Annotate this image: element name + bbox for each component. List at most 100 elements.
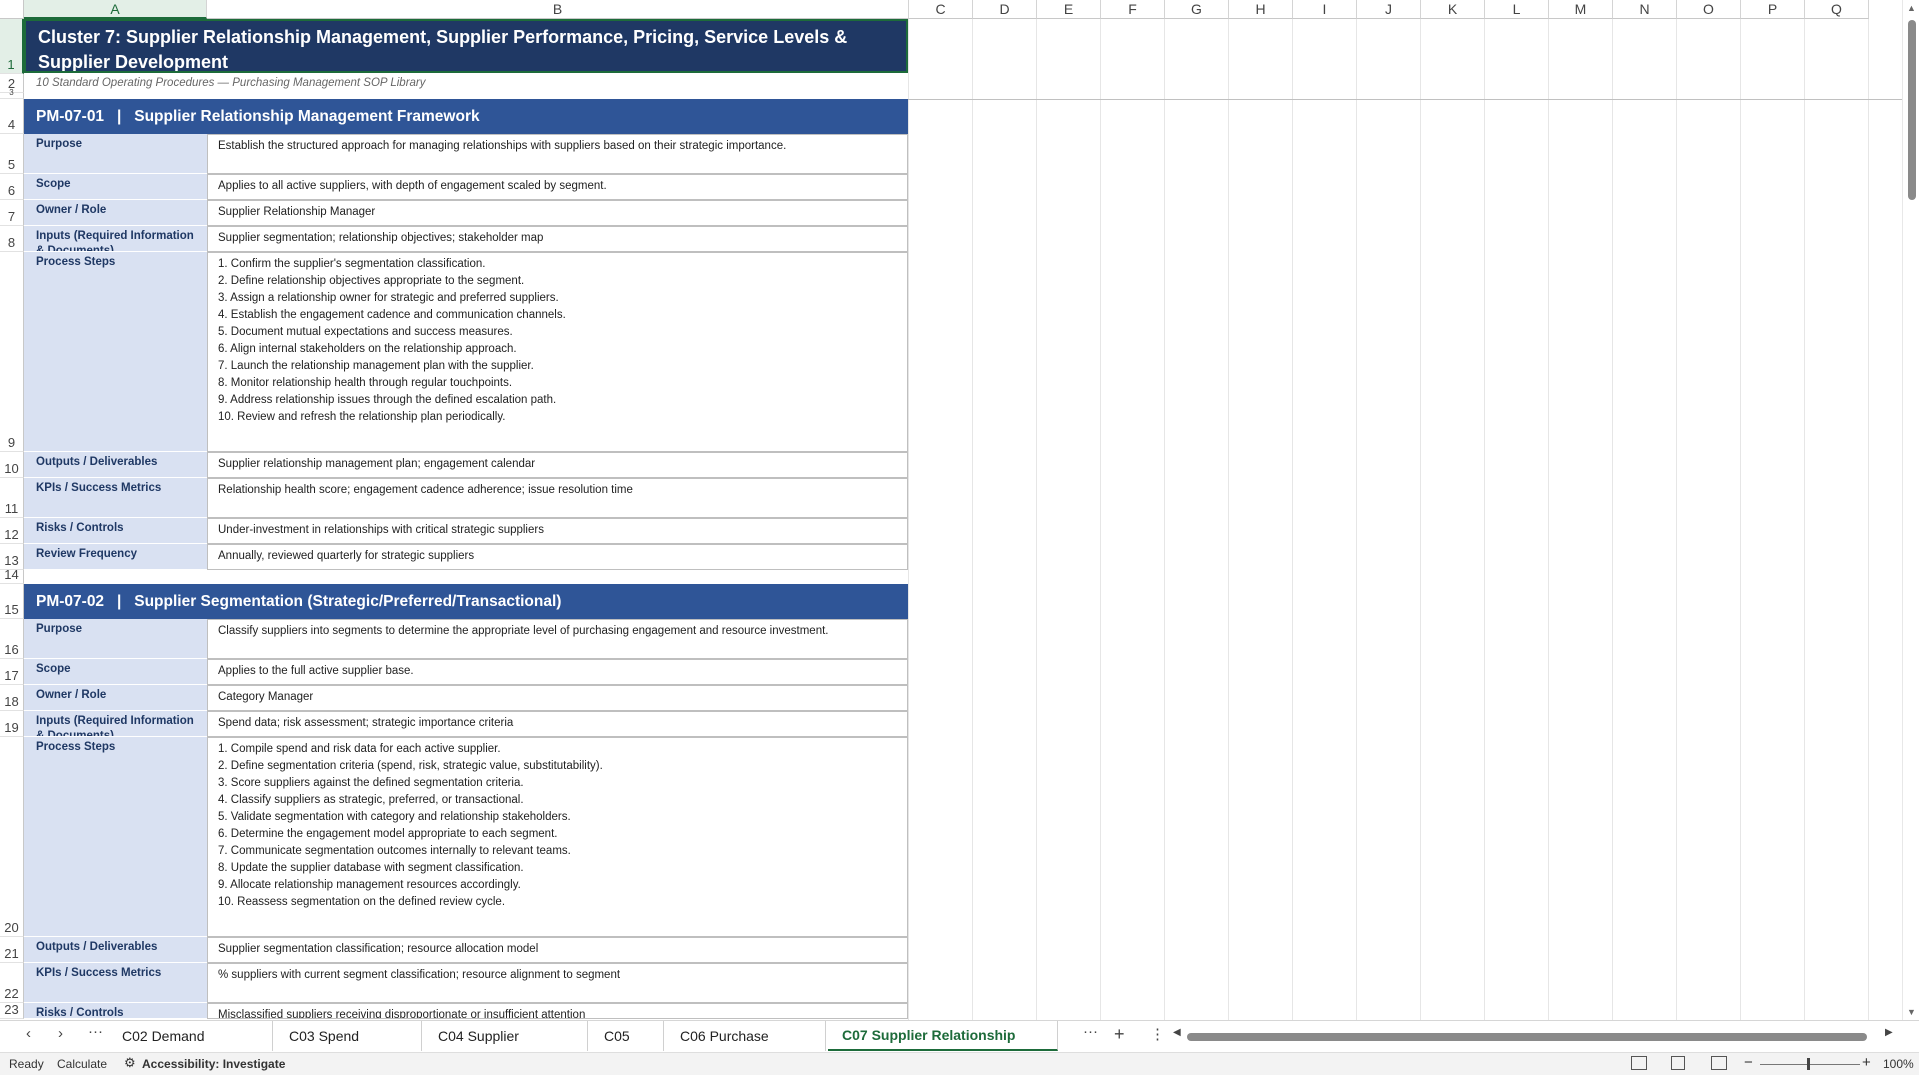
column-header-d[interactable]: D (973, 0, 1037, 19)
zoom-in-icon[interactable]: + (1862, 1054, 1871, 1071)
sheet-tab[interactable]: C03 Spend Analysis (275, 1021, 422, 1074)
column-header-k[interactable]: K (1421, 0, 1485, 19)
field-label[interactable]: Inputs (Required Information & Documents… (24, 711, 207, 737)
sheet-options-icon[interactable]: ⋮ (1150, 1025, 1165, 1043)
field-value[interactable]: Relationship health score; engagement ca… (207, 478, 908, 518)
row-header-18[interactable]: 18 (0, 685, 24, 711)
field-label[interactable]: Outputs / Deliverables (24, 452, 207, 478)
vertical-scrollbar[interactable]: ▲ ▼ (1902, 0, 1919, 1020)
row-header-7[interactable]: 7 (0, 200, 24, 226)
sheet-tab[interactable]: C06 Purchase Orders (666, 1021, 826, 1074)
field-label[interactable]: Purpose (24, 134, 207, 174)
field-value[interactable]: Spend data; risk assessment; strategic i… (207, 711, 908, 737)
scroll-down-icon[interactable]: ▼ (1907, 1007, 1916, 1017)
field-value[interactable]: Annually, reviewed quarterly for strateg… (207, 544, 908, 570)
row-header-11[interactable]: 11 (0, 478, 24, 518)
hscroll-right-icon[interactable]: ▶ (1885, 1027, 1893, 1038)
status-calculate[interactable]: Calculate (57, 1057, 107, 1071)
sheet-tab[interactable]: C04 Supplier Sourcing (424, 1021, 588, 1074)
row-header-14[interactable]: 14 (0, 567, 24, 584)
row-header-8[interactable]: 8 (0, 226, 24, 252)
sop-header[interactable]: PM-07-02 | Supplier Segmentation (Strate… (24, 584, 908, 619)
vertical-scroll-thumb[interactable] (1908, 20, 1916, 200)
field-label[interactable]: Purpose (24, 619, 207, 659)
horizontal-scrollbar[interactable] (1187, 1032, 1887, 1042)
hscroll-left-icon[interactable]: ◀ (1173, 1027, 1181, 1038)
status-accessibility[interactable]: Accessibility: Investigate (142, 1057, 285, 1071)
field-label[interactable]: Process Steps (24, 252, 207, 452)
field-label[interactable]: Owner / Role (24, 685, 207, 711)
sop-header[interactable]: PM-07-01 | Supplier Relationship Managem… (24, 99, 908, 134)
normal-view-icon[interactable] (1631, 1056, 1647, 1070)
tab-more-right-icon[interactable]: ··· (1083, 1023, 1098, 1040)
column-header-j[interactable]: J (1357, 0, 1421, 19)
field-label[interactable]: Review Frequency (24, 544, 207, 570)
sheet-subtitle-cell[interactable]: 10 Standard Operating Procedures — Purch… (24, 74, 908, 92)
field-value[interactable]: Category Manager (207, 685, 908, 711)
zoom-level[interactable]: 100% (1883, 1057, 1914, 1071)
page-layout-view-icon[interactable] (1671, 1056, 1685, 1070)
column-header-e[interactable]: E (1037, 0, 1101, 19)
sheet-title-cell[interactable]: Cluster 7: Supplier Relationship Managem… (24, 19, 908, 73)
row-header-23[interactable]: 23 (0, 1002, 24, 1019)
field-value[interactable]: 1. Confirm the supplier's segmentation c… (207, 252, 908, 452)
row-header-16[interactable]: 16 (0, 619, 24, 659)
page-break-view-icon[interactable] (1711, 1056, 1727, 1070)
row-header-4[interactable]: 4 (0, 99, 24, 134)
row-header-1[interactable]: 1 (0, 19, 24, 74)
column-header-p[interactable]: P (1741, 0, 1805, 19)
scroll-up-icon[interactable]: ▲ (1907, 3, 1916, 13)
field-label[interactable]: Process Steps (24, 737, 207, 937)
sheet-tab[interactable]: C05 RFQ (590, 1021, 664, 1074)
field-label[interactable]: Scope (24, 174, 207, 200)
accessibility-icon[interactable]: ⚙ (124, 1055, 136, 1071)
row-header-5[interactable]: 5 (0, 134, 24, 174)
field-value[interactable]: Supplier Relationship Manager (207, 200, 908, 226)
row-header-17[interactable]: 17 (0, 659, 24, 685)
column-header-c[interactable]: C (909, 0, 973, 19)
field-value[interactable]: Supplier segmentation; relationship obje… (207, 226, 908, 252)
column-header-q[interactable]: Q (1805, 0, 1869, 19)
zoom-out-icon[interactable]: − (1744, 1054, 1753, 1071)
row-header-6[interactable]: 6 (0, 174, 24, 200)
row-header-22[interactable]: 22 (0, 963, 24, 1003)
field-value[interactable]: 1. Compile spend and risk data for each … (207, 737, 908, 937)
field-value[interactable]: Classify suppliers into segments to dete… (207, 619, 908, 659)
column-header-a[interactable]: A (24, 0, 207, 19)
row-header-12[interactable]: 12 (0, 518, 24, 544)
zoom-slider-thumb[interactable] (1807, 1058, 1810, 1070)
zoom-slider[interactable] (1760, 1064, 1860, 1065)
field-value[interactable]: Supplier segmentation classification; re… (207, 937, 908, 963)
field-value[interactable]: Applies to all active suppliers, with de… (207, 174, 908, 200)
add-sheet-icon[interactable]: + (1114, 1024, 1125, 1045)
horizontal-scroll-thumb[interactable] (1187, 1033, 1867, 1041)
field-value[interactable]: % suppliers with current segment classif… (207, 963, 908, 1003)
column-header-i[interactable]: I (1293, 0, 1357, 19)
field-value[interactable]: Misclassified suppliers receiving dispro… (207, 1003, 908, 1019)
row-header-20[interactable]: 20 (0, 737, 24, 937)
field-value[interactable]: Applies to the full active supplier base… (207, 659, 908, 685)
sheet-tab[interactable]: C02 Demand Planning (108, 1021, 273, 1074)
worksheet-grid[interactable]: ABCDEFGHIJKLMNOPQ 1 2 3 4 5 6 7 8 9 10 11 12 13 14 15 1… (0, 0, 1919, 1020)
column-header-n[interactable]: N (1613, 0, 1677, 19)
row-header-9[interactable]: 9 (0, 252, 24, 452)
row-header-19[interactable]: 19 (0, 711, 24, 737)
field-label[interactable]: KPIs / Success Metrics (24, 478, 207, 518)
field-value[interactable]: Under-investment in relationships with c… (207, 518, 908, 544)
column-header-o[interactable]: O (1677, 0, 1741, 19)
field-label[interactable]: Inputs (Required Information & Documents… (24, 226, 207, 252)
field-label[interactable]: Risks / Controls (24, 1003, 207, 1019)
tab-scroll-left-icon[interactable]: ‹ (26, 1025, 31, 1042)
select-all-corner[interactable] (0, 0, 24, 19)
column-header-f[interactable]: F (1101, 0, 1165, 19)
tab-more-left-icon[interactable]: ··· (88, 1023, 103, 1040)
field-label[interactable]: KPIs / Success Metrics (24, 963, 207, 1003)
field-label[interactable]: Scope (24, 659, 207, 685)
field-label[interactable]: Risks / Controls (24, 518, 207, 544)
tab-scroll-right-icon[interactable]: › (58, 1025, 63, 1042)
column-header-g[interactable]: G (1165, 0, 1229, 19)
field-value[interactable]: Establish the structured approach for ma… (207, 134, 908, 174)
row-header-15[interactable]: 15 (0, 584, 24, 619)
row-header-21[interactable]: 21 (0, 937, 24, 963)
field-label[interactable]: Outputs / Deliverables (24, 937, 207, 963)
